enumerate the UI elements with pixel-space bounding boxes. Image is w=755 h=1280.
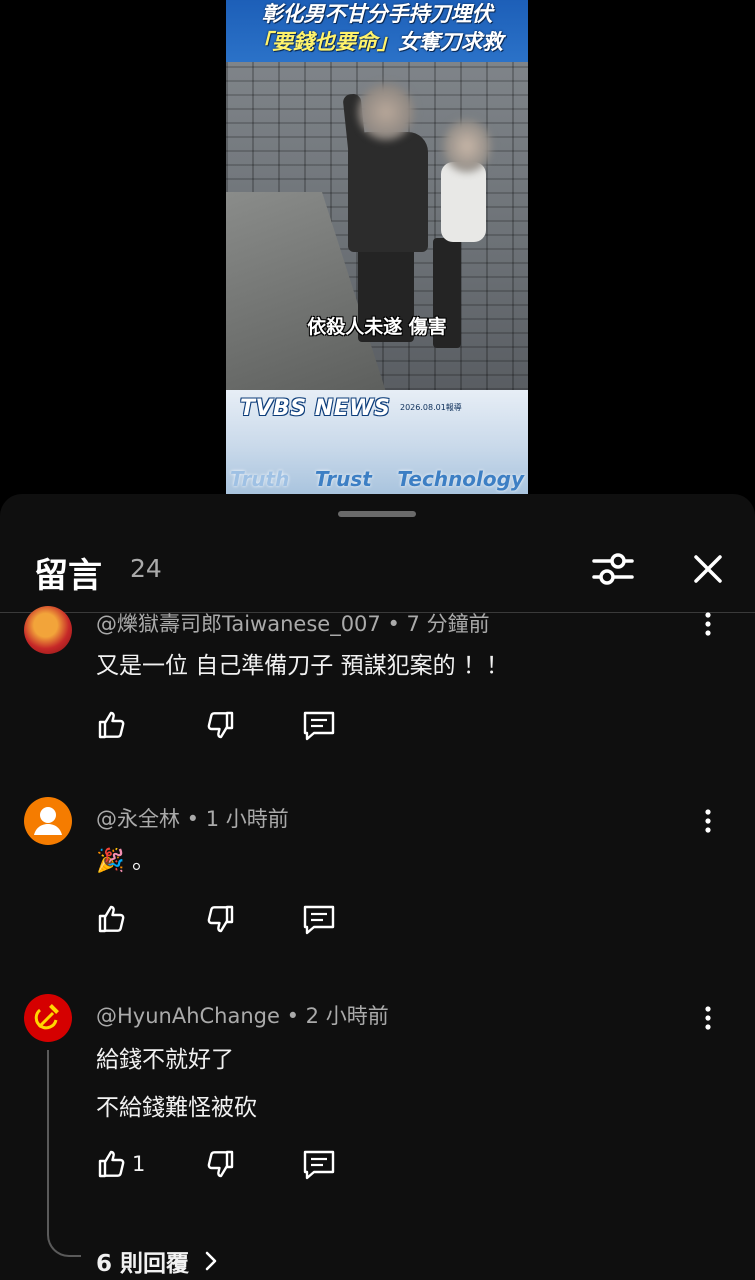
view-replies-button[interactable]: 6 則回覆 <box>96 1244 225 1278</box>
news-lower-third: TVBS NEWS 2026.08.01報導 Truth Trust Techn… <box>226 390 528 494</box>
reply-button[interactable] <box>301 705 337 745</box>
more-options-button[interactable] <box>692 608 724 640</box>
news-tag: Technology <box>397 467 524 491</box>
thumbs-down-icon <box>207 905 234 933</box>
comment-meta: @HyunAhChange • 2 小時前 <box>96 1004 389 1028</box>
more-options-button[interactable] <box>692 1002 724 1034</box>
more-vertical-icon <box>705 1006 711 1030</box>
comment-time: 1 小時前 <box>205 807 289 831</box>
comment-time: 2 小時前 <box>305 1004 389 1028</box>
comment-text-content: 。 <box>131 848 155 874</box>
sliders-icon <box>592 553 634 585</box>
comment-item: @爍獄壽司郎Taiwanese_007 • 7 分鐘前 又是一位 自己準備刀子 … <box>0 606 755 766</box>
thumbs-down-icon <box>207 711 234 739</box>
more-vertical-icon <box>705 809 711 833</box>
comment-text: 又是一位 自己準備刀子 預謀犯案的 ！！ <box>96 653 509 679</box>
close-icon <box>694 555 722 583</box>
comment-item: @永全林 • 1 小時前 🎉 。 <box>0 797 755 957</box>
video-scene: 依殺人未遂 傷害 <box>226 62 528 392</box>
thumbs-up-icon <box>98 905 125 933</box>
comments-sheet: 留言 24 @爍獄壽司郎Taiwanese_007 • 7 分鐘前 又是一位 自… <box>0 494 755 1280</box>
news-date: 2026.08.01報導 <box>400 403 462 412</box>
close-button[interactable] <box>683 544 733 594</box>
avatar[interactable] <box>24 797 72 845</box>
comment-author[interactable]: @永全林 <box>96 807 180 831</box>
comment-author[interactable]: @HyunAhChange <box>96 1004 280 1028</box>
tvbs-news-logo: TVBS NEWS <box>240 396 391 421</box>
news-tags: Truth Trust Technology <box>226 464 528 494</box>
reply-thread-line <box>47 1050 81 1257</box>
comments-title: 留言 <box>34 556 102 596</box>
headline-line-1: 彰化男不甘分手持刀埋伏 <box>261 2 493 26</box>
party-popper-emoji: 🎉 <box>96 848 125 874</box>
reply-icon <box>303 905 335 935</box>
headline-tail: 女奪刀求救 <box>398 30 503 54</box>
thumbs-up-icon <box>98 1150 125 1178</box>
comment-meta: @永全林 • 1 小時前 <box>96 807 289 831</box>
like-button[interactable]: 1 <box>94 1144 145 1184</box>
comment-author[interactable]: @爍獄壽司郎Taiwanese_007 <box>96 612 381 636</box>
comment-text-line: 給錢不就好了 <box>96 1047 234 1073</box>
dislike-button[interactable] <box>204 705 238 745</box>
like-count: 1 <box>132 1152 146 1176</box>
video-player[interactable]: 彰化男不甘分手持刀埋伏 「要錢也要命」女奪刀求救 依殺人未遂 傷害 TVBS N… <box>0 0 755 500</box>
dislike-button[interactable] <box>204 1144 238 1184</box>
comment-meta: @爍獄壽司郎Taiwanese_007 • 7 分鐘前 <box>96 612 490 636</box>
video-headline: 彰化男不甘分手持刀埋伏 「要錢也要命」女奪刀求救 <box>226 0 528 62</box>
sort-filter-button[interactable] <box>588 544 638 594</box>
dislike-button[interactable] <box>204 899 238 939</box>
headline-line-2: 「要錢也要命」女奪刀求救 <box>226 28 528 56</box>
news-tag: Trust <box>314 467 372 491</box>
thumbs-down-icon <box>207 1150 234 1178</box>
thumbs-up-icon <box>98 711 125 739</box>
news-tag: Truth <box>230 467 290 491</box>
comment-text: 🎉 。 <box>96 841 155 875</box>
chevron-right-icon <box>205 1251 217 1271</box>
avatar[interactable] <box>24 994 72 1042</box>
comment-text-line: 不給錢難怪被砍 <box>96 1095 257 1121</box>
hammer-sickle-icon <box>34 1004 59 1030</box>
comment-item: @HyunAhChange • 2 小時前 給錢不就好了 不給錢難怪被砍 1 6… <box>0 994 755 1280</box>
comments-count: 24 <box>130 554 162 583</box>
like-button[interactable] <box>94 705 128 745</box>
more-options-button[interactable] <box>692 805 724 837</box>
comments-header: 留言 24 <box>0 534 755 612</box>
avatar[interactable] <box>24 606 72 654</box>
reply-icon <box>303 711 335 741</box>
video-subtitle: 依殺人未遂 傷害 <box>307 316 447 338</box>
default-avatar-icon <box>34 807 62 835</box>
reply-button[interactable] <box>301 1144 337 1184</box>
drag-handle[interactable] <box>338 511 416 517</box>
like-button[interactable] <box>94 899 128 939</box>
reply-button[interactable] <box>301 899 337 939</box>
reply-icon <box>303 1150 335 1180</box>
replies-label: 6 則回覆 <box>96 1251 190 1277</box>
comment-time: 7 分鐘前 <box>406 612 490 636</box>
more-vertical-icon <box>705 612 711 636</box>
video-frame[interactable]: 彰化男不甘分手持刀埋伏 「要錢也要命」女奪刀求救 依殺人未遂 傷害 TVBS N… <box>226 0 528 494</box>
headline-quote: 「要錢也要命」 <box>251 30 398 54</box>
